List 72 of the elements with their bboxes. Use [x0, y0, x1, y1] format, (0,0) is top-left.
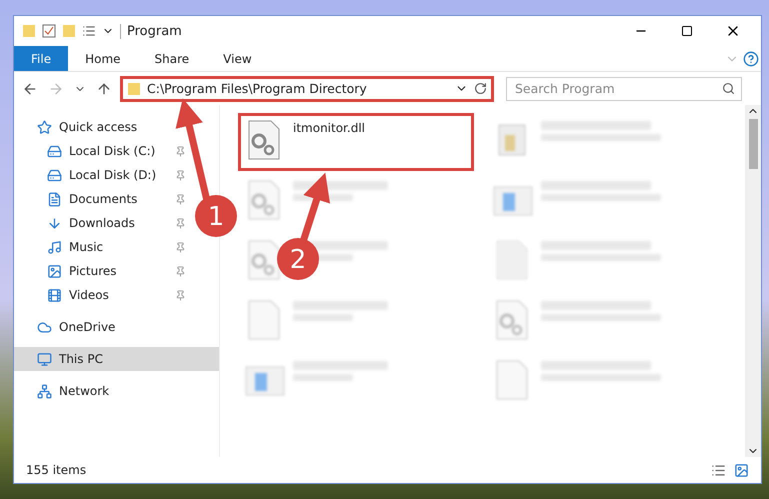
blurred-type-bar: [293, 374, 353, 381]
film-icon: [47, 288, 62, 302]
step-number: 1: [208, 202, 224, 232]
sidebar-item[interactable]: Local Disk (D:): [14, 163, 194, 187]
folder-icon: [22, 24, 36, 38]
sidebar-item[interactable]: Local Disk (C:): [14, 139, 194, 163]
scrollbar-thumb[interactable]: [748, 119, 758, 169]
sidebar-item-label: Downloads: [69, 216, 136, 230]
download-icon: [47, 216, 62, 230]
step-badge: [195, 195, 237, 237]
sidebar-item[interactable]: Videos: [14, 283, 194, 307]
sidebar-item[interactable]: Downloads: [14, 211, 194, 235]
folder-icon: [127, 82, 141, 96]
sidebar-item[interactable]: This PC: [14, 347, 219, 371]
sidebar-item-label: Pictures: [69, 264, 118, 278]
ribbon-tab[interactable]: File: [14, 46, 68, 71]
picture-icon: [47, 264, 62, 278]
music-note-icon: [47, 240, 62, 254]
ribbon-tab[interactable]: View: [206, 46, 269, 71]
monitor-icon: [37, 352, 52, 366]
network-icon: [37, 384, 52, 398]
pin-icon: [175, 242, 186, 252]
sidebar-item[interactable]: Pictures: [14, 259, 194, 283]
blurred-type-bar: [293, 194, 353, 201]
sidebar-item-label: Quick access: [59, 120, 138, 134]
window-title: Program: [120, 24, 615, 38]
pin-icon: [175, 170, 186, 180]
sidebar-item[interactable]: OneDrive: [14, 315, 219, 339]
sidebar-item-label: Local Disk (D:): [69, 168, 158, 182]
sidebar-item-label: Videos: [69, 288, 110, 302]
pin-icon: [175, 290, 186, 300]
properties-icon[interactable]: [42, 24, 56, 38]
search-field[interactable]: Search Program: [506, 76, 742, 100]
forward-icon: [48, 80, 64, 96]
refresh-icon[interactable]: [474, 82, 487, 95]
address-bar[interactable]: C:\Program Files\Program Directory: [120, 76, 494, 102]
cloud-icon: [37, 320, 52, 334]
sidebar-item-label: Music: [69, 240, 104, 254]
file-item[interactable]: itmonitor.dll: [238, 113, 474, 171]
step-number: 2: [290, 245, 306, 275]
pin-icon: [175, 146, 186, 156]
sidebar-item-label: This PC: [59, 352, 104, 366]
blurred-type-bar: [293, 314, 353, 321]
details-view-icon[interactable]: [711, 462, 726, 478]
up-icon: [96, 80, 112, 96]
drive-icon: [47, 168, 62, 182]
pin-icon: [175, 266, 186, 276]
maximize-icon: [681, 25, 693, 37]
sidebar-item-label: Local Disk (C:): [69, 144, 156, 158]
sidebar-item[interactable]: Documents: [14, 187, 194, 211]
drive-icon: [47, 144, 62, 158]
ribbon-tab[interactable]: Home: [68, 46, 138, 71]
back-icon: [22, 80, 38, 96]
help-icon: [743, 50, 759, 66]
sidebar-item[interactable]: Quick access: [14, 115, 219, 139]
sidebar-item-label: Documents: [69, 192, 138, 206]
list-icon[interactable]: [82, 24, 96, 38]
step-badge: [277, 238, 319, 280]
pin-icon: [175, 194, 186, 204]
sidebar-item[interactable]: Network: [14, 379, 219, 403]
document-icon: [47, 192, 62, 206]
scrollbar[interactable]: [745, 105, 761, 457]
pin-icon: [175, 218, 186, 228]
large-icons-view-icon[interactable]: [734, 462, 749, 478]
sidebar-item-label: OneDrive: [59, 320, 116, 334]
search-icon: [722, 82, 735, 94]
item-count: 155 items: [26, 463, 86, 477]
file-name: itmonitor.dll: [293, 121, 365, 135]
sidebar-item-label: Network: [59, 384, 110, 398]
sidebar-item[interactable]: Music: [14, 235, 194, 259]
star-icon: [37, 120, 52, 134]
ribbon-tab[interactable]: Share: [138, 46, 206, 71]
